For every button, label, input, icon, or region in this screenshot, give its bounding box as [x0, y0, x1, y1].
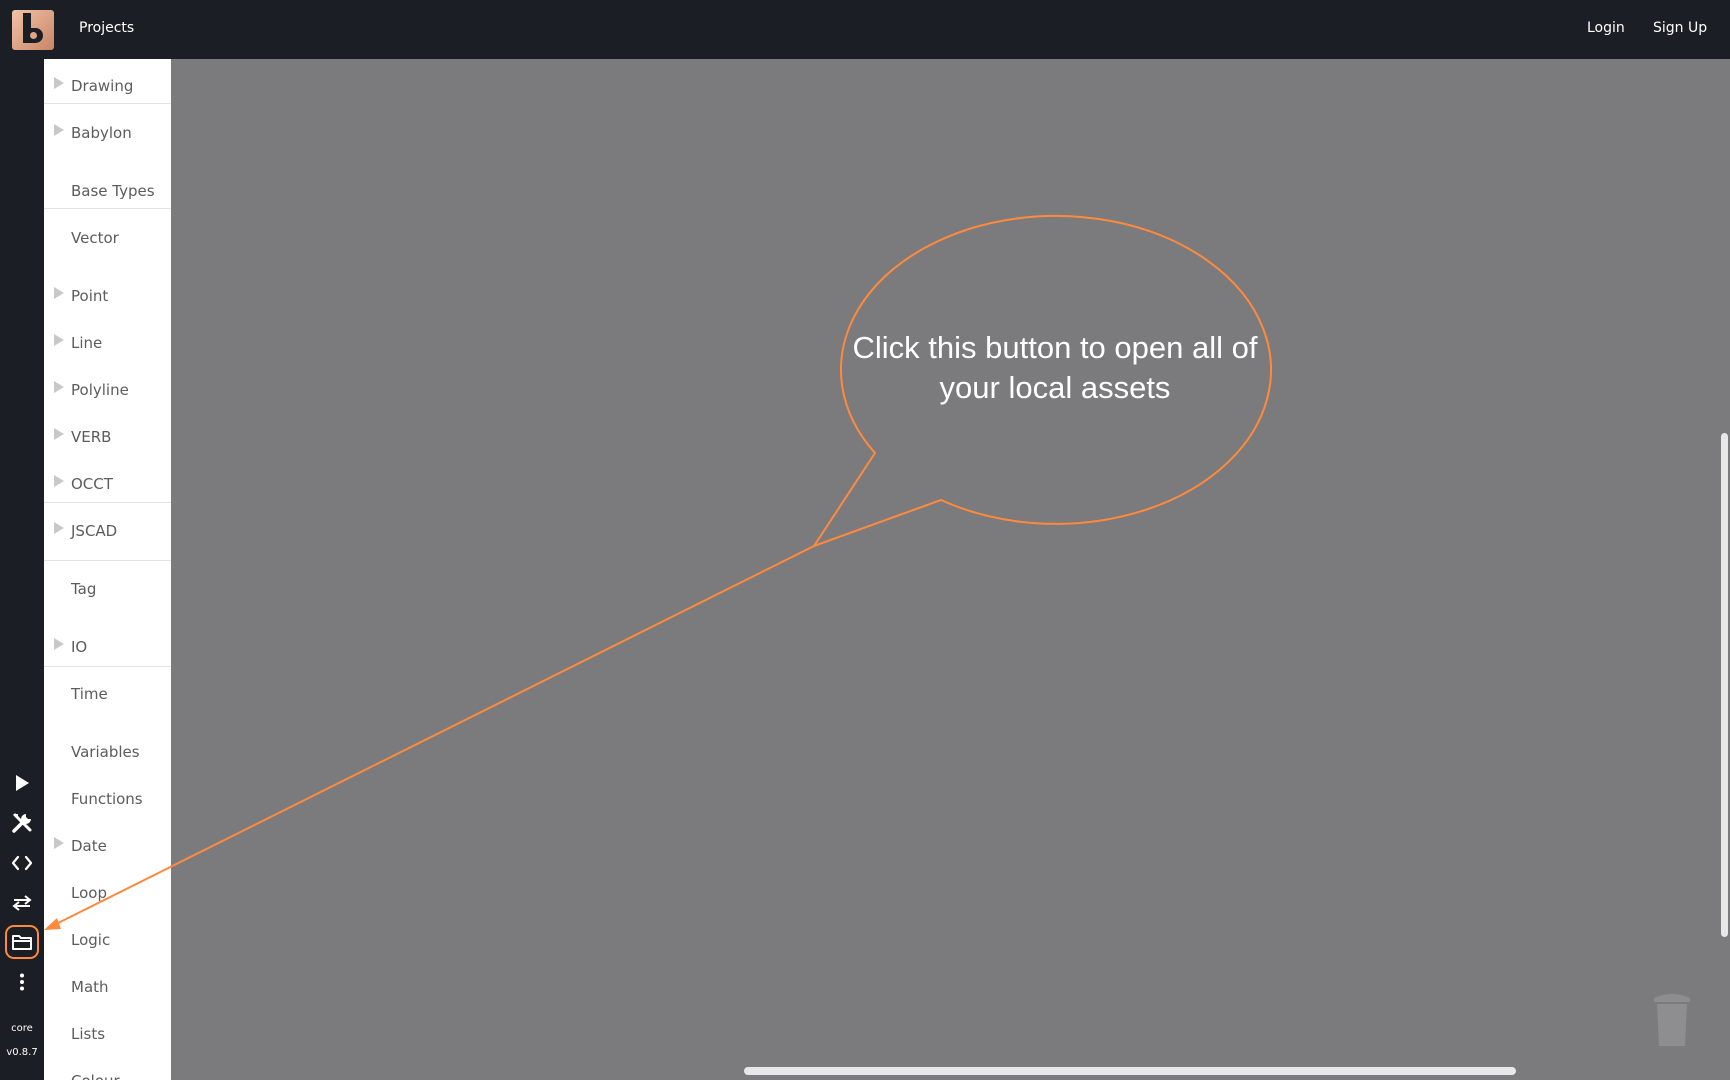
category-verb[interactable]: VERB — [44, 413, 171, 460]
category-jscad[interactable]: JSCAD — [44, 507, 171, 554]
expand-arrow-icon[interactable] — [54, 287, 64, 299]
callout-text: Click this button to open all of your lo… — [852, 330, 1258, 405]
category-label: Variables — [71, 743, 140, 761]
category-logic[interactable]: Logic — [44, 916, 171, 963]
category-variables[interactable]: Variables — [44, 728, 171, 775]
category-label: Math — [71, 978, 109, 996]
category-label: Time — [71, 685, 108, 703]
expand-arrow-icon[interactable] — [54, 77, 64, 89]
version-label: v0.8.7 — [6, 1047, 38, 1058]
category-babylon[interactable]: Babylon — [44, 109, 171, 156]
category-colour[interactable]: Colour — [44, 1057, 171, 1080]
category-vector[interactable]: Vector — [44, 214, 171, 261]
workspace-canvas[interactable] — [171, 59, 1730, 1080]
category-drawing[interactable]: Drawing — [44, 62, 171, 109]
expand-arrow-icon[interactable] — [54, 837, 64, 849]
category-date[interactable]: Date — [44, 822, 171, 869]
category-label: JSCAD — [71, 522, 118, 540]
left-toolbar: core v0.8.7 — [0, 59, 44, 1080]
category-point[interactable]: Point — [44, 272, 171, 319]
expand-arrow-icon[interactable] — [54, 428, 64, 440]
trash-icon[interactable] — [1649, 990, 1695, 1050]
category-loop[interactable]: Loop — [44, 869, 171, 916]
category-label: Date — [71, 837, 107, 855]
swap-button[interactable] — [5, 886, 39, 920]
category-occt[interactable]: OCCT — [44, 460, 171, 507]
category-label: Line — [71, 334, 103, 352]
core-label: core — [11, 1023, 33, 1034]
more-vertical-icon — [20, 973, 24, 991]
category-io[interactable]: IO — [44, 623, 171, 670]
category-label: Lists — [71, 1025, 106, 1043]
category-label: Base Types — [71, 182, 155, 200]
category-time[interactable]: Time — [44, 670, 171, 717]
category-label: VERB — [71, 428, 112, 446]
more-button[interactable] — [5, 965, 39, 999]
category-label: Polyline — [71, 381, 129, 399]
category-label: Babylon — [71, 124, 132, 142]
category-tag[interactable]: Tag — [44, 565, 171, 612]
local-assets-button[interactable] — [5, 925, 39, 959]
category-label: Logic — [71, 931, 111, 949]
folder-icon — [12, 935, 32, 950]
expand-arrow-icon[interactable] — [54, 381, 64, 393]
expand-arrow-icon[interactable] — [54, 475, 64, 487]
category-math[interactable]: Math — [44, 963, 171, 1010]
tools-button[interactable] — [5, 806, 39, 840]
category-label: Functions — [71, 790, 143, 808]
login-link[interactable]: Login — [1587, 20, 1625, 36]
category-divider — [44, 103, 171, 104]
expand-arrow-icon[interactable] — [54, 522, 64, 534]
category-label: OCCT — [71, 475, 113, 493]
vertical-scrollbar[interactable] — [1721, 433, 1728, 937]
category-divider — [44, 502, 171, 503]
category-label: Point — [71, 287, 109, 305]
category-label: Loop — [71, 884, 107, 902]
bitbybit-logo[interactable] — [12, 10, 54, 50]
category-polyline[interactable]: Polyline — [44, 366, 171, 413]
expand-arrow-icon[interactable] — [54, 638, 64, 650]
category-label: IO — [71, 638, 88, 656]
signup-link[interactable]: Sign Up — [1653, 20, 1707, 36]
run-button[interactable] — [5, 766, 39, 800]
category-functions[interactable]: Functions — [44, 775, 171, 822]
horizontal-scrollbar[interactable] — [744, 1067, 1516, 1075]
category-label: Vector — [71, 229, 119, 247]
expand-arrow-icon[interactable] — [54, 124, 64, 136]
category-lists[interactable]: Lists — [44, 1010, 171, 1057]
tools-icon — [12, 813, 32, 833]
category-divider — [44, 560, 171, 561]
category-divider — [44, 666, 171, 667]
category-label: Colour — [71, 1072, 120, 1080]
code-button[interactable] — [5, 846, 39, 880]
category-divider — [44, 208, 171, 209]
expand-arrow-icon[interactable] — [54, 334, 64, 346]
category-line[interactable]: Line — [44, 319, 171, 366]
top-bar: Projects Login Sign Up — [0, 0, 1730, 59]
category-base-types[interactable]: Base Types — [44, 167, 171, 214]
category-panel: Drawing Babylon Base Types Vector Point Line P… — [44, 59, 171, 1080]
swap-icon — [12, 895, 32, 911]
projects-link[interactable]: Projects — [79, 20, 134, 36]
code-icon — [11, 855, 33, 871]
category-label: Tag — [71, 580, 97, 598]
category-label: Drawing — [71, 77, 134, 95]
play-icon — [16, 775, 29, 791]
